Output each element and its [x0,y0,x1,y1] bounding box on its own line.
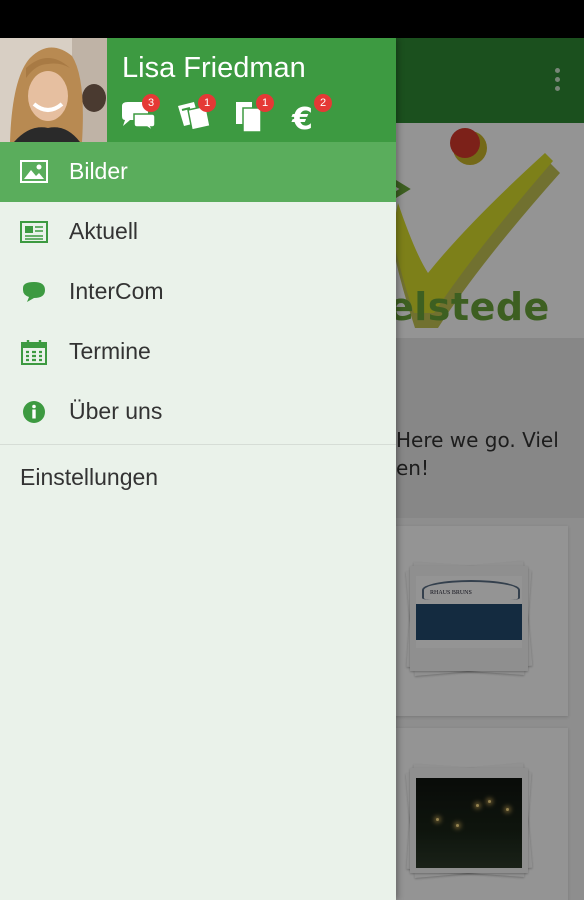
menu-label: Aktuell [69,218,139,244]
menu-label: Über uns [69,398,163,424]
messages-badge-button[interactable]: 3 [118,94,162,134]
tickets-badge-button[interactable]: 1 [174,94,218,134]
documents-badge-button[interactable]: 1 [232,94,276,134]
info-icon [23,401,45,423]
navigation-drawer: Lisa Friedman 3 1 1 € 2 Bilder Aktuell I… [0,38,396,900]
menu-item-bilder[interactable]: Bilder [0,142,396,202]
svg-text:€: € [291,102,313,132]
menu-label: Bilder [69,158,128,184]
settings-label: Einstellungen [20,464,159,490]
user-name: Lisa Friedman [122,52,306,84]
drawer-header: Lisa Friedman 3 1 1 € 2 [0,38,396,142]
menu-divider [0,444,396,445]
calendar-icon [21,340,47,365]
menu-item-aktuell[interactable]: Aktuell [0,202,396,262]
payments-badge-button[interactable]: € 2 [290,94,334,134]
avatar[interactable] [0,38,107,142]
badge-count: 3 [142,94,160,112]
status-bar [0,0,584,38]
menu-item-intercom[interactable]: InterCom [0,262,396,322]
menu-label: Termine [69,338,151,364]
badge-count: 2 [314,94,332,112]
badge-count: 1 [256,94,274,112]
menu-label: InterCom [69,278,164,304]
menu-item-termine[interactable]: Termine [0,322,396,382]
image-icon [20,160,48,183]
newspaper-icon [20,221,48,243]
menu-item-einstellungen[interactable]: Einstellungen [0,447,396,507]
chat-bubble-icon [23,282,45,302]
badge-count: 1 [198,94,216,112]
menu-item-ueber-uns[interactable]: Über uns [0,382,396,442]
